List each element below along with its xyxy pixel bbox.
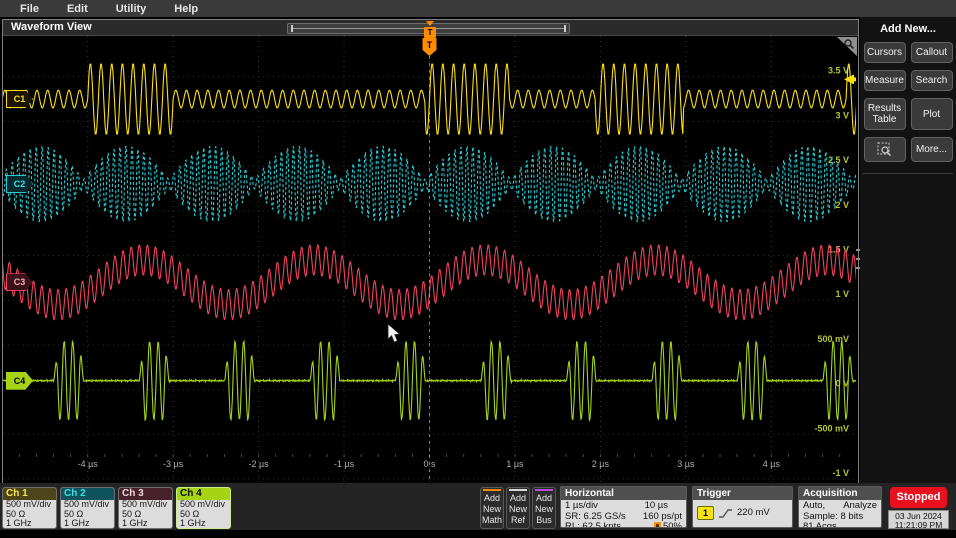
horizontal-panel[interactable]: Horizontal 1 µs/div 10 µs SR: 6.25 GS/s … bbox=[560, 486, 687, 528]
horizontal-position: 50% bbox=[654, 522, 682, 528]
trigger-source-badge: 1 bbox=[697, 506, 714, 520]
time-tick-label: -4 µs bbox=[78, 459, 99, 469]
bottom-settings-bar: Ch 1500 mV/div50 Ω1 GHzCh 2500 mV/div50 … bbox=[0, 483, 956, 530]
trigger-panel-title: Trigger bbox=[693, 487, 792, 500]
time-tick-label: 1 µs bbox=[506, 459, 524, 469]
menu-edit[interactable]: Edit bbox=[53, 2, 102, 16]
menu-file[interactable]: File bbox=[6, 2, 53, 16]
horizontal-scale: 1 µs/div bbox=[565, 501, 598, 512]
horizontal-record-length: RL: 62.5 kpts bbox=[565, 522, 621, 528]
accent-stripe bbox=[535, 489, 553, 491]
voltage-tick-label: 0 V bbox=[835, 379, 849, 389]
trigger-panel[interactable]: Trigger 1 220 mV bbox=[692, 486, 793, 528]
add-new-callout-button[interactable]: Callout bbox=[911, 42, 953, 63]
acquisition-panel[interactable]: Acquisition Auto, Analyze Sample: 8 bits… bbox=[798, 486, 882, 528]
add-new-bus-button[interactable]: AddNewBus bbox=[532, 487, 556, 529]
label-line: Add bbox=[533, 493, 555, 504]
horizontal-panel-title: Horizontal bbox=[561, 487, 686, 500]
time-tick-label: 2 µs bbox=[592, 459, 610, 469]
add-new-plot-button[interactable]: Plot bbox=[911, 98, 953, 130]
rising-edge-icon bbox=[719, 508, 732, 519]
voltage-tick-label: 1 V bbox=[835, 289, 849, 299]
time-tick-label: -3 µs bbox=[163, 459, 184, 469]
channel-badge-1[interactable]: Ch 1500 mV/div50 Ω1 GHz bbox=[2, 487, 57, 529]
horizontal-window: 10 µs bbox=[645, 501, 668, 512]
time-label: 11:21:09 PM bbox=[889, 521, 948, 531]
voltage-tick-label: 3.5 V bbox=[828, 66, 849, 76]
label-line: New bbox=[533, 504, 555, 515]
acquisition-mode: Auto, bbox=[803, 501, 825, 512]
waveform-view-titlebar: Waveform View T bbox=[3, 20, 858, 36]
channel-bandwidth: 1 GHz bbox=[119, 519, 172, 529]
time-tick-label: -2 µs bbox=[248, 459, 269, 469]
time-tick-label: 3 µs bbox=[677, 459, 695, 469]
add-new-panel: Add New... CursorsCalloutMeasureSearchRe… bbox=[860, 17, 956, 483]
add-new-search-button[interactable]: Search bbox=[911, 70, 953, 91]
position-indicator-icon bbox=[654, 522, 661, 528]
svg-text:T: T bbox=[427, 40, 433, 50]
horizontal-overview-slider[interactable]: T bbox=[287, 23, 570, 34]
acquisition-count: 81 Acqs bbox=[803, 522, 877, 528]
voltage-tick-label: 3 V bbox=[835, 110, 849, 120]
acquisition-panel-title: Acquisition bbox=[799, 487, 881, 500]
add-new-cursors-button[interactable]: Cursors bbox=[864, 42, 906, 63]
time-tick-label: -1 µs bbox=[334, 459, 355, 469]
mouse-cursor bbox=[388, 324, 400, 342]
acquisition-analyze: Analyze bbox=[843, 501, 877, 512]
label-line: Add bbox=[507, 493, 529, 504]
trigger-position-caret-icon bbox=[426, 21, 434, 26]
trigger-position-marker-icon[interactable]: T bbox=[424, 27, 436, 38]
menu-help[interactable]: Help bbox=[160, 2, 212, 16]
channel-badge-3[interactable]: Ch 3500 mV/div50 Ω1 GHz bbox=[118, 487, 173, 529]
zoom-box-icon bbox=[877, 142, 892, 157]
channel-bandwidth: 1 GHz bbox=[3, 519, 56, 529]
channel-bandwidth: 1 GHz bbox=[61, 519, 114, 529]
label-line: Math bbox=[481, 515, 503, 526]
trigger-flag-icon[interactable]: T bbox=[423, 38, 437, 56]
time-tick-label: 4 µs bbox=[763, 459, 781, 469]
accent-stripe bbox=[483, 489, 501, 491]
add-new-title: Add New... bbox=[860, 17, 956, 35]
add-new-math-button[interactable]: AddNewMath bbox=[480, 487, 504, 529]
label-line: Add bbox=[481, 493, 503, 504]
menu-bar: FileEditUtilityHelp bbox=[0, 0, 956, 17]
accent-stripe bbox=[509, 489, 527, 491]
label-line: New bbox=[481, 504, 503, 515]
label-line: New bbox=[507, 504, 529, 515]
trigger-level: 220 mV bbox=[737, 508, 770, 519]
channel-bandwidth: 1 GHz bbox=[177, 519, 230, 529]
datetime-display: 03 Jun 2024 11:21:09 PM bbox=[888, 510, 949, 529]
time-axis-labels: -4 µs-3 µs-2 µs-1 µs0 s1 µs2 µs3 µs4 µs bbox=[78, 459, 781, 469]
channel-badge-2[interactable]: Ch 2500 mV/div50 Ω1 GHz bbox=[60, 487, 115, 529]
voltage-tick-label: -1 V bbox=[832, 468, 849, 478]
panel-divider bbox=[863, 173, 953, 174]
menu-utility[interactable]: Utility bbox=[102, 2, 161, 16]
zoom-mode-button[interactable] bbox=[864, 137, 906, 162]
add-new-more-button[interactable]: More... bbox=[911, 137, 953, 162]
label-line: Bus bbox=[533, 515, 555, 526]
channel-badge-4[interactable]: Ch 4500 mV/div50 Ω1 GHz bbox=[176, 487, 231, 529]
add-new-ref-button[interactable]: AddNewRef bbox=[506, 487, 530, 529]
voltage-tick-label: 2 V bbox=[835, 200, 849, 210]
add-new-results-table-button[interactable]: Results Table bbox=[864, 98, 906, 130]
waveform-plot[interactable]: -4 µs-3 µs-2 µs-1 µs0 s1 µs2 µs3 µs4 µs3… bbox=[3, 36, 856, 482]
waveform-view-window: Waveform View T -4 µs-3 µs-2 µs-1 µs0 s1… bbox=[2, 19, 859, 484]
voltage-tick-label: -500 mV bbox=[814, 423, 849, 433]
label-line: Ref bbox=[507, 515, 529, 526]
voltage-axis-labels: 3.5 V3 V2.5 V2 V1.5 V1 V500 mV0 V-500 mV… bbox=[814, 66, 849, 478]
add-new-measure-button[interactable]: Measure bbox=[864, 70, 906, 91]
run-stop-button[interactable]: Stopped bbox=[890, 487, 947, 508]
overview-right-bracket bbox=[564, 25, 566, 32]
